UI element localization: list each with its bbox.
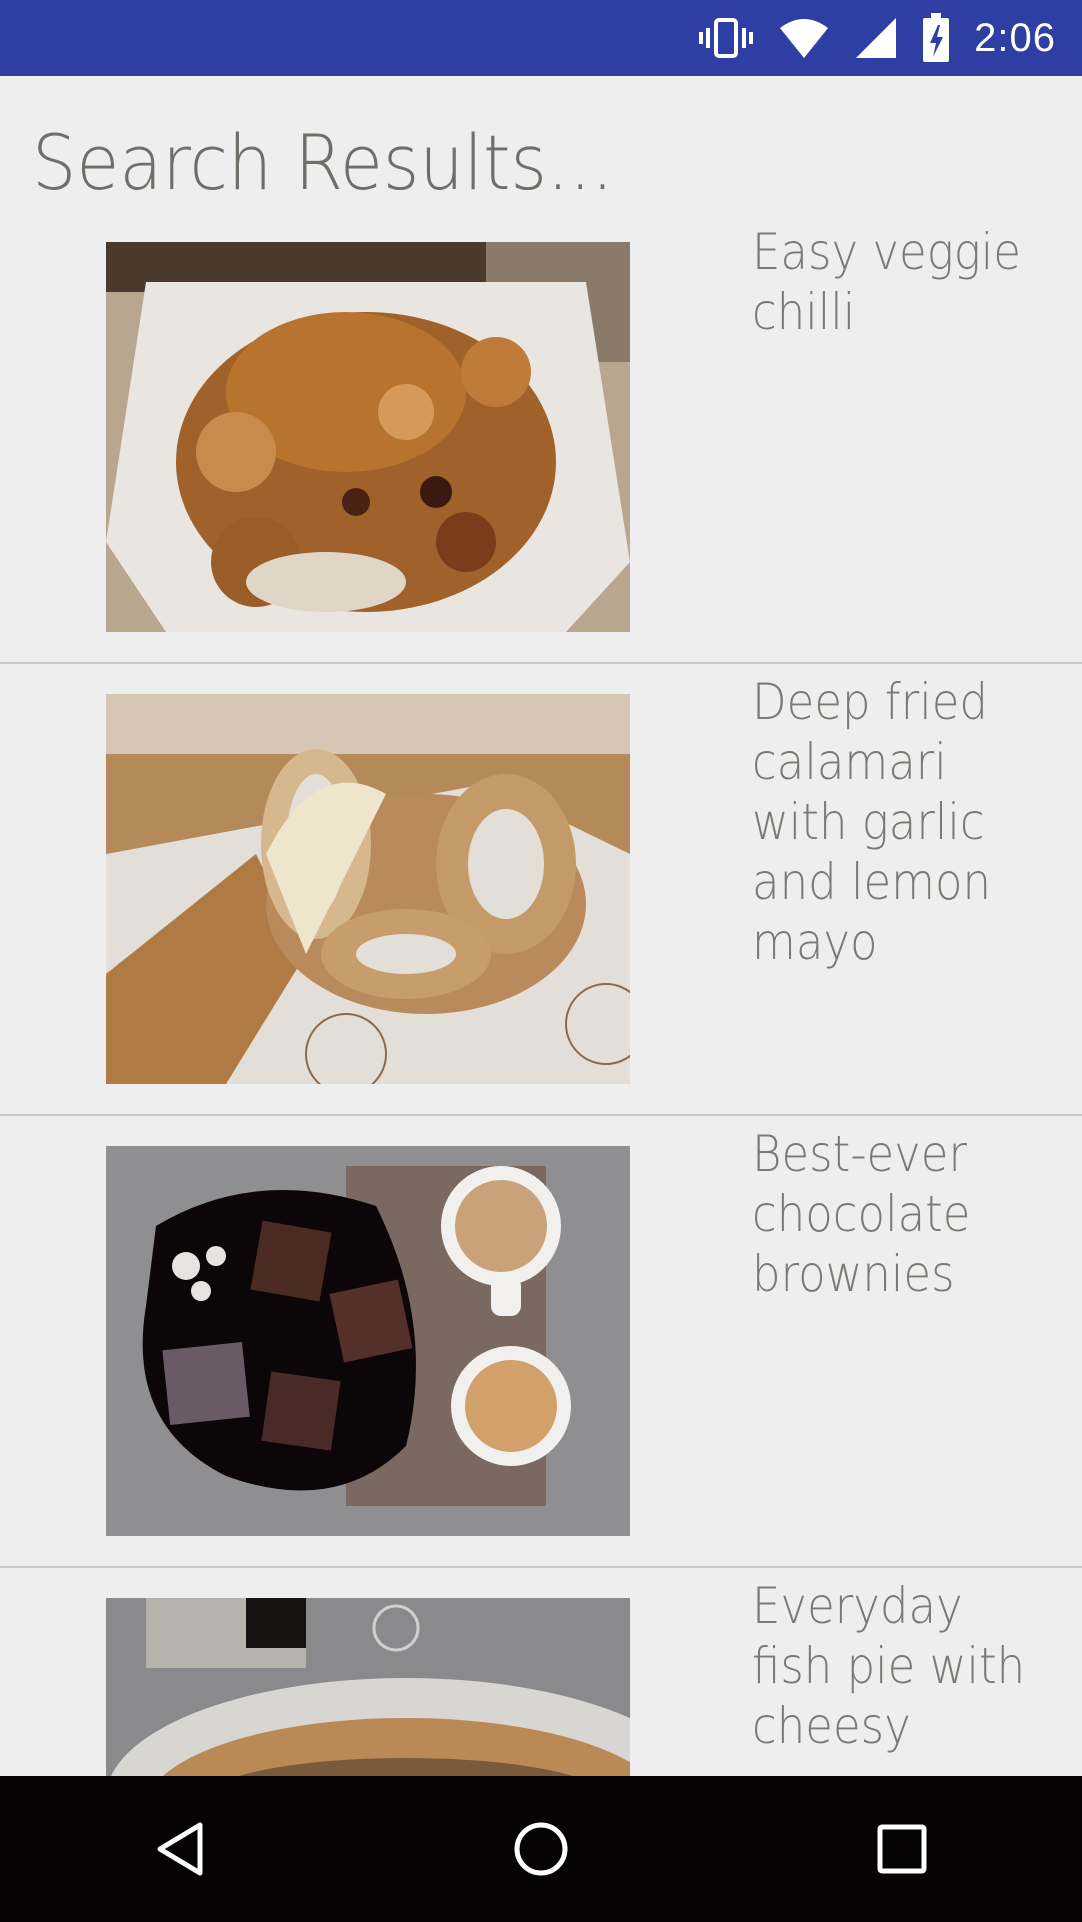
app-screen: 2:06 Search Results... Easy veggie chill… [0,0,1082,1922]
result-title: Best-ever chocolate brownies [752,1125,971,1303]
veggie-chilli-image [106,242,630,632]
back-icon[interactable] [120,1789,240,1909]
calamari-image [106,694,630,1084]
result-title: Easy veggie chilli [752,223,1021,341]
result-item[interactable]: Best-ever chocolate brownies [0,1114,1082,1566]
navigation-bar [0,1776,1082,1922]
food-photo-calamari[interactable] [106,694,630,1084]
result-title: Everyday fish pie with cheesy [752,1577,1026,1755]
fish-pie-image [106,1598,630,1776]
status-time: 2:06 [974,15,1056,60]
result-title: Deep fried calamari with garlic and lemo… [752,673,992,971]
result-item[interactable]: Deep fried calamari with garlic and lemo… [0,662,1082,1114]
result-item[interactable]: Easy veggie chilli [0,76,1082,632]
wifi-icon [778,16,830,60]
food-photo-fish-pie[interactable] [106,1598,630,1776]
recents-icon[interactable] [842,1789,962,1909]
home-icon[interactable] [481,1789,601,1909]
result-item[interactable]: Everyday fish pie with cheesy [0,1566,1082,1776]
battery-charging-icon [922,13,950,63]
search-results-screen: Search Results... Easy veggie chilli Dee… [0,76,1082,1776]
food-photo-veggie-chilli[interactable] [106,242,630,632]
status-bar: 2:06 [0,0,1082,76]
brownies-image [106,1146,630,1536]
vibrate-icon [698,16,754,60]
food-photo-brownies[interactable] [106,1146,630,1536]
signal-icon [854,16,898,60]
